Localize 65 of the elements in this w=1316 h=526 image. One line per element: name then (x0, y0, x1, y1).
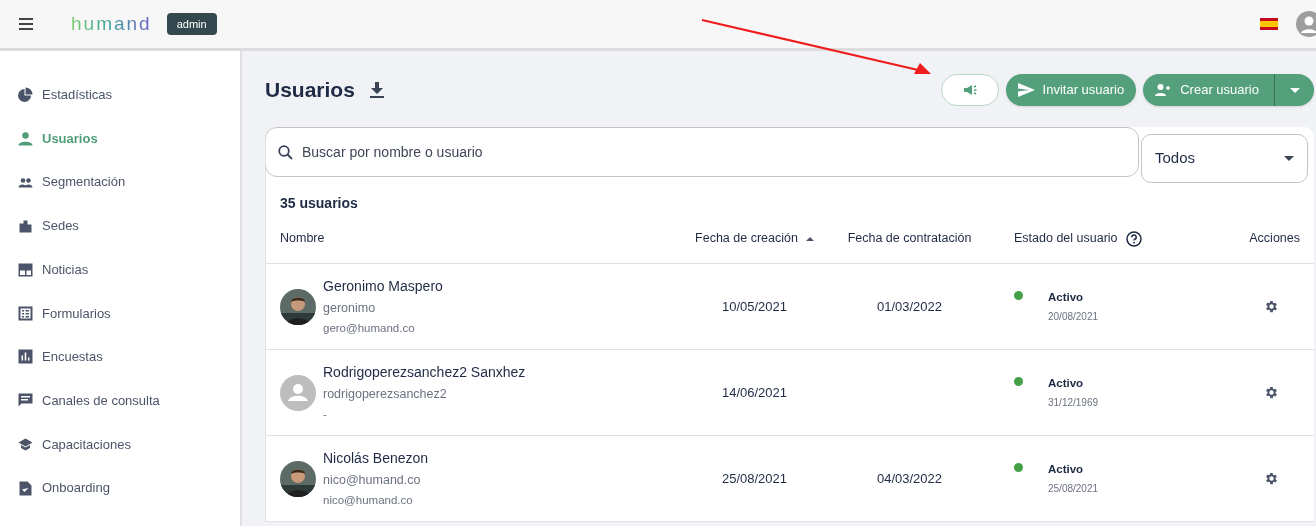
newspaper-icon (18, 262, 33, 278)
column-header: Fecha de contratación (847, 231, 972, 246)
sidebar-item[interactable]: Capacitaciones (0, 422, 240, 467)
status-date: 20/08/2021 (1048, 310, 1099, 325)
column-header: Acciones (1249, 231, 1300, 246)
status-date: 31/12/1969 (1048, 396, 1099, 411)
chat-icon (18, 393, 33, 409)
column-header: Nombre (280, 231, 325, 246)
search-input[interactable]: Buscar por nombre o usuario (302, 141, 1126, 163)
status-filter[interactable]: Todos (1141, 134, 1308, 183)
page-title: Usuarios (265, 77, 355, 104)
sidebar-item[interactable]: Onboarding (0, 466, 240, 510)
creation-date: 25/08/2021 (721, 470, 788, 486)
settings-icon[interactable] (1264, 471, 1279, 486)
role-badge: admin (166, 12, 217, 36)
document-check-icon (18, 480, 33, 496)
user-name: Rodrigoperezsanchez2 Sanxhez (323, 363, 526, 382)
status-label: Activo (1048, 375, 1085, 391)
pie-chart-icon (18, 87, 33, 103)
settings-icon[interactable] (1264, 299, 1279, 314)
person-icon (18, 131, 33, 147)
username: rodrigoperezsanchez2 (323, 386, 448, 403)
megaphone-icon (962, 84, 977, 96)
hire-date: 01/03/2022 (876, 298, 943, 314)
avatar-icon (280, 374, 316, 411)
hire-date: 04/03/2022 (876, 470, 943, 486)
add-person-icon (1155, 84, 1172, 96)
settings-icon[interactable] (1264, 385, 1279, 400)
sidebar-item[interactable]: Formularios (0, 291, 240, 336)
user-name: Nicolás Benezon (323, 449, 429, 468)
column-header: Estado del usuario (1014, 230, 1118, 248)
send-icon (1017, 83, 1035, 97)
sidebar-item[interactable]: Sedes (0, 204, 240, 248)
download-icon[interactable] (369, 82, 384, 98)
sidebar-item[interactable]: Segmentación (0, 160, 240, 205)
status-date: 25/08/2021 (1048, 482, 1099, 497)
avatar-icon[interactable] (1296, 11, 1316, 37)
search-icon (278, 144, 293, 160)
sidebar-item[interactable]: Canales de consulta (0, 378, 240, 423)
status-label: Activo (1048, 289, 1085, 305)
creation-date: 10/05/2021 (721, 298, 788, 314)
user-name: Geronimo Maspero (323, 277, 443, 296)
caret-icon (1289, 87, 1300, 93)
user-email: gero@humand.co (323, 320, 416, 336)
sort-arrow-icon[interactable] (805, 236, 814, 241)
user-email: nico@humand.co (323, 492, 414, 508)
flag-icon[interactable] (1260, 18, 1278, 30)
announcement-button[interactable] (940, 74, 999, 106)
username: geronimo (323, 300, 377, 317)
user-email: - (323, 406, 328, 422)
status-label: Activo (1048, 461, 1085, 477)
sidebar-item[interactable]: Encuestas (0, 335, 240, 379)
username: nico@humand.co (323, 472, 422, 489)
creation-date: 14/06/2021 (721, 384, 788, 400)
help-icon[interactable] (1125, 230, 1142, 247)
user-count: 35 usuarios (280, 194, 359, 213)
buildings-icon (18, 218, 33, 234)
bar-chart-icon (18, 349, 33, 365)
menu-icon[interactable] (19, 18, 33, 30)
column-header[interactable]: Fecha de creación (695, 229, 798, 248)
caret-icon (1284, 156, 1294, 161)
sidebar-item[interactable]: Noticias (0, 247, 240, 292)
graduation-cap-icon (18, 436, 33, 452)
sidebar-item[interactable]: Estadísticas (0, 73, 240, 117)
list-icon (18, 305, 33, 321)
